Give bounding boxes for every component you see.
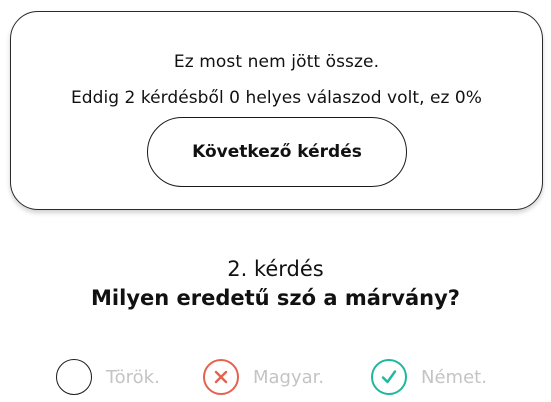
question-number: 2. kérdés [227,257,324,281]
answer-option-label: Német. [421,366,487,388]
answer-option-nemet[interactable]: Német. [371,357,487,397]
result-title: Ez most nem jött össze. [173,52,380,72]
question-text: Milyen eredetű szó a márvány? [91,286,460,310]
answer-option-label: Magyar. [253,366,325,388]
result-summary: Eddig 2 kérdésből 0 helyes válaszod volt… [71,88,482,108]
check-icon [371,359,407,395]
result-card: Ez most nem jött össze. Eddig 2 kérdésbő… [10,11,543,210]
empty-circle-icon [56,359,92,395]
x-icon [203,359,239,395]
next-question-button[interactable]: Következő kérdés [147,117,407,187]
answer-option-label: Török. [106,366,160,388]
answer-option-torok[interactable]: Török. [56,357,160,397]
answer-option-magyar[interactable]: Magyar. [203,357,324,397]
